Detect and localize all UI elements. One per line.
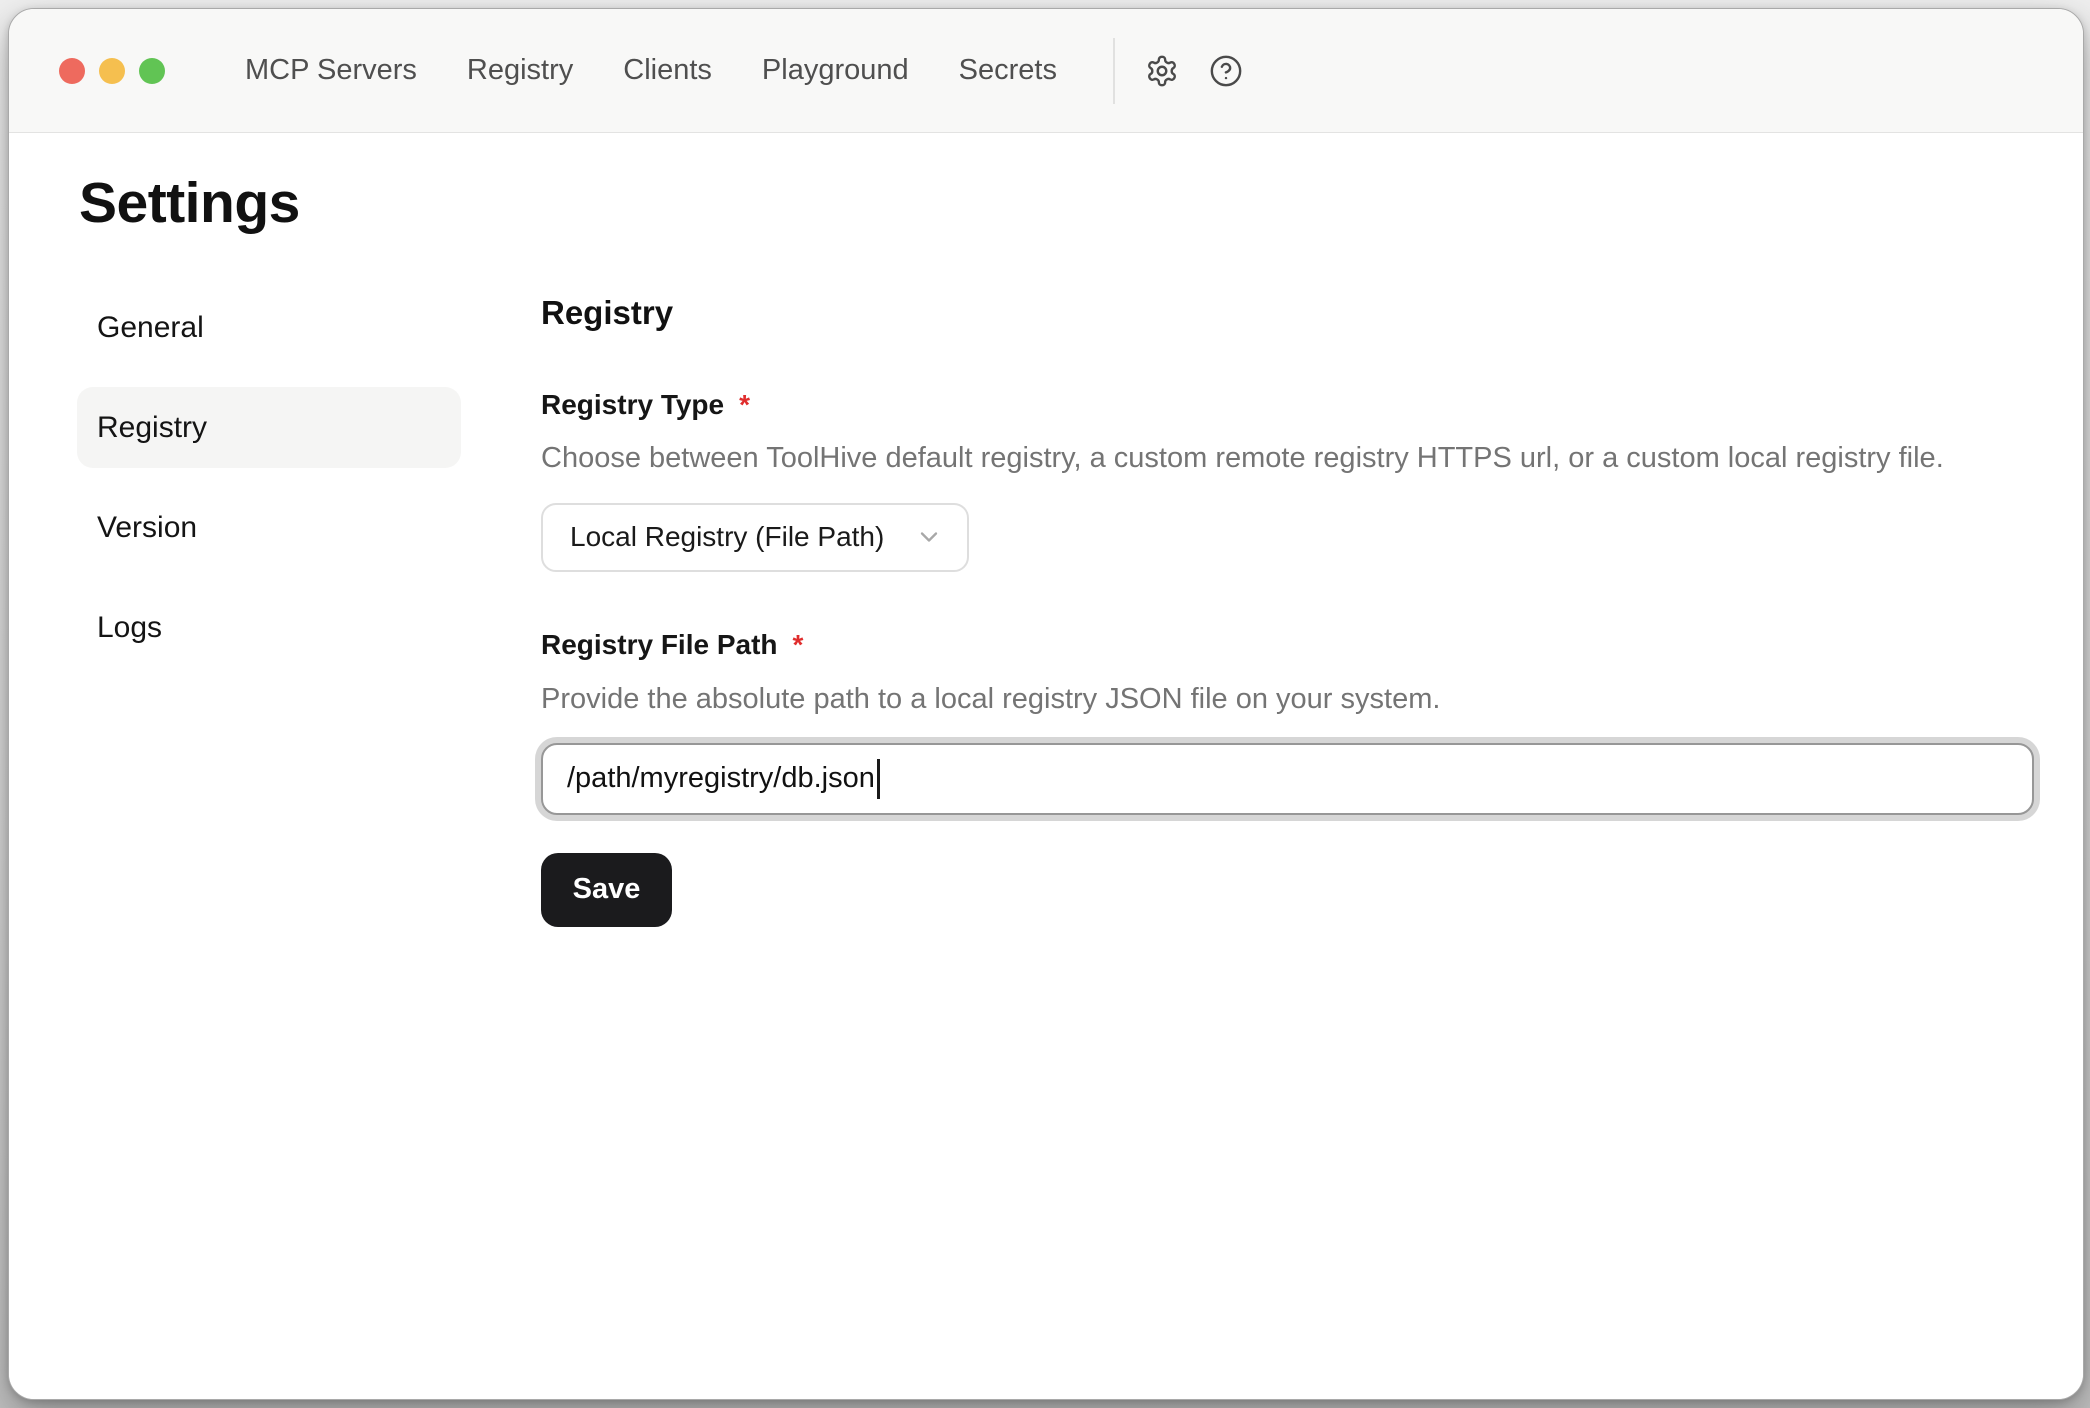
- nav-item-clients[interactable]: Clients: [623, 56, 712, 85]
- nav-item-registry[interactable]: Registry: [467, 56, 573, 85]
- page-title: Settings: [79, 169, 2083, 237]
- sidebar-item-label: Registry: [97, 411, 207, 445]
- toolbar-divider: [1113, 38, 1115, 104]
- settings-sidebar: General Registry Version Logs: [77, 287, 461, 926]
- field-label-text: Registry File Path: [541, 630, 778, 661]
- registry-file-path-input[interactable]: /path/myregistry/db.json: [541, 743, 2034, 815]
- app-window: MCP Servers Registry Clients Playground …: [8, 8, 2084, 1400]
- sidebar-item-general[interactable]: General: [77, 287, 461, 368]
- help-button[interactable]: [1209, 54, 1243, 88]
- zoom-button[interactable]: [139, 58, 165, 84]
- save-button[interactable]: Save: [541, 853, 672, 927]
- main-nav: MCP Servers Registry Clients Playground …: [245, 56, 1057, 85]
- required-asterisk: *: [793, 630, 804, 661]
- sidebar-item-registry[interactable]: Registry: [77, 387, 461, 468]
- select-value: Local Registry (File Path): [570, 521, 884, 553]
- sidebar-item-logs[interactable]: Logs: [77, 587, 461, 668]
- input-value: /path/myregistry/db.json: [567, 762, 875, 795]
- title-bar: MCP Servers Registry Clients Playground …: [9, 9, 2083, 133]
- minimize-button[interactable]: [99, 58, 125, 84]
- help-circle-icon: [1209, 54, 1243, 88]
- settings-page: Settings General Registry Version Logs: [9, 133, 2083, 1399]
- sidebar-item-label: General: [97, 311, 204, 345]
- field-label-text: Registry Type: [541, 390, 724, 421]
- text-caret: [877, 759, 880, 799]
- close-button[interactable]: [59, 58, 85, 84]
- traffic-lights: [59, 58, 165, 84]
- settings-gear-button[interactable]: [1145, 54, 1179, 88]
- section-title: Registry: [541, 295, 2034, 331]
- nav-item-secrets[interactable]: Secrets: [959, 56, 1057, 85]
- sidebar-item-label: Logs: [97, 611, 162, 645]
- nav-item-playground[interactable]: Playground: [762, 56, 909, 85]
- registry-type-description: Choose between ToolHive default registry…: [541, 440, 2034, 476]
- registry-file-path-label: Registry File Path *: [541, 630, 2034, 661]
- chevron-down-icon: [915, 523, 943, 551]
- required-asterisk: *: [739, 390, 750, 421]
- sidebar-item-version[interactable]: Version: [77, 487, 461, 568]
- gear-icon: [1145, 54, 1179, 88]
- registry-file-path-description: Provide the absolute path to a local reg…: [541, 681, 2034, 717]
- nav-item-mcp-servers[interactable]: MCP Servers: [245, 56, 417, 85]
- registry-type-select[interactable]: Local Registry (File Path): [541, 503, 969, 572]
- registry-settings-panel: Registry Registry Type * Choose between …: [541, 287, 2034, 926]
- sidebar-item-label: Version: [97, 511, 197, 545]
- registry-type-label: Registry Type *: [541, 390, 2034, 421]
